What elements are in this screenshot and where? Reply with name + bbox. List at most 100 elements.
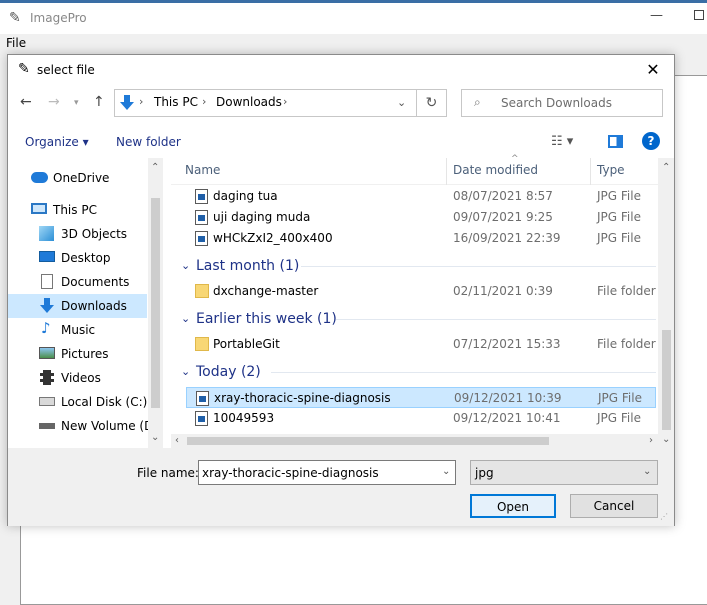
nav-item-desktop[interactable]: Desktop xyxy=(8,246,148,270)
jpg-file-icon xyxy=(195,189,208,204)
jpg-file-icon xyxy=(195,231,208,246)
open-button[interactable]: Open xyxy=(470,494,556,518)
nav-item-documents[interactable]: Documents xyxy=(8,270,148,294)
nav-item-downloads[interactable]: Downloads xyxy=(8,294,147,318)
desktop-icon xyxy=(39,251,55,262)
separator-icon: › xyxy=(139,95,144,108)
maximize-icon[interactable] xyxy=(694,10,704,20)
group-today[interactable]: ⌄ Today (2) xyxy=(171,361,658,383)
pictures-icon xyxy=(39,347,55,359)
up-icon[interactable]: ↑ xyxy=(93,94,105,110)
computer-icon xyxy=(31,203,47,214)
chevron-down-icon[interactable]: ⌄ xyxy=(643,466,651,477)
scroll-right-icon[interactable]: › xyxy=(649,435,653,446)
app-title: ImagePro xyxy=(30,11,87,25)
horizontal-scrollbar[interactable]: ‹ › xyxy=(171,434,658,448)
download-icon xyxy=(119,94,135,112)
navigation-pane: OneDrive This PC 3D Objects Desktop Docu… xyxy=(8,158,163,448)
nav-item-this-pc[interactable]: This PC xyxy=(8,198,148,222)
folder-row-dxchange-master[interactable]: dxchange-master 02/11/2021 0:39 File fol… xyxy=(186,281,656,302)
nav-item-music[interactable]: ♪ Music xyxy=(8,318,148,342)
column-date-modified[interactable]: Date modified xyxy=(453,163,538,177)
jpg-file-icon xyxy=(196,391,209,406)
folder-row-portablegit[interactable]: PortableGit 07/12/2021 15:33 File folder xyxy=(186,334,656,355)
nav-item-onedrive[interactable]: OneDrive xyxy=(8,166,148,190)
refresh-icon[interactable]: ↻ xyxy=(417,89,447,117)
breadcrumb-this-pc[interactable]: This PC xyxy=(154,95,198,109)
nav-scrollbar-thumb[interactable] xyxy=(151,198,160,408)
scroll-down-icon[interactable]: ⌄ xyxy=(151,432,159,443)
file-row-uji-daging-muda[interactable]: uji daging muda 09/07/2021 9:25 JPG File xyxy=(186,207,656,228)
resize-grip-icon[interactable]: ⋰ xyxy=(660,512,668,521)
back-icon[interactable]: ← xyxy=(20,94,32,110)
folder-icon xyxy=(195,284,209,298)
nav-scrollbar[interactable]: ⌃ ⌄ xyxy=(148,158,163,448)
select-file-dialog: ✎ select file ✕ ← → ▾ ↑ › This PC › Down… xyxy=(7,54,675,526)
close-icon[interactable]: ✕ xyxy=(640,59,666,81)
column-type[interactable]: Type xyxy=(597,163,625,177)
nav-item-pictures[interactable]: Pictures xyxy=(8,342,148,366)
file-row-daging-tua[interactable]: daging tua 08/07/2021 8:57 JPG File xyxy=(186,186,656,207)
document-icon xyxy=(41,274,53,289)
scroll-up-icon[interactable]: ⌃ xyxy=(151,162,159,173)
help-icon[interactable]: ? xyxy=(642,132,660,150)
nav-item-3d-objects[interactable]: 3D Objects xyxy=(8,222,148,246)
file-list-scrollbar-thumb[interactable] xyxy=(662,330,671,430)
toolbar: Organize ▾ New folder ☷ ▾ ? xyxy=(8,127,674,157)
disk-icon xyxy=(39,397,55,406)
group-earlier-this-week[interactable]: ⌄ Earlier this week (1) xyxy=(171,308,658,330)
app-titlebar: ✎ ImagePro — xyxy=(0,0,707,34)
music-icon: ♪ xyxy=(41,319,51,337)
search-input[interactable]: ⌕ Search Downloads xyxy=(461,89,663,117)
file-row-xray-thoracic-spine-diagnosis[interactable]: xray-thoracic-spine-diagnosis 09/12/2021… xyxy=(186,387,656,408)
group-divider xyxy=(336,319,656,320)
nav-item-videos[interactable]: Videos xyxy=(8,366,148,390)
chevron-down-icon[interactable]: ⌄ xyxy=(397,96,406,109)
chevron-down-icon[interactable]: ⌄ xyxy=(181,308,190,330)
jpg-file-icon xyxy=(195,210,208,225)
file-name-label: File name: xyxy=(137,466,199,480)
file-name-input[interactable]: xray-thoracic-spine-diagnosis ⌄ xyxy=(198,460,456,485)
forward-icon[interactable]: → xyxy=(48,94,60,110)
group-divider xyxy=(301,266,656,267)
file-list-scrollbar[interactable]: ⌃ ⌄ xyxy=(658,158,674,448)
file-type-value: jpg xyxy=(475,466,494,480)
feather-icon: ✎ xyxy=(9,10,21,26)
scroll-down-icon[interactable]: ⌄ xyxy=(662,434,670,445)
file-type-select[interactable]: jpg ⌄ xyxy=(470,460,658,485)
organize-button[interactable]: Organize ▾ xyxy=(25,135,89,149)
chevron-down-icon[interactable]: ⌄ xyxy=(442,466,450,477)
menubar: File xyxy=(0,34,707,52)
address-bar[interactable]: › This PC › Downloads › ⌄ xyxy=(114,89,417,117)
chevron-down-icon[interactable]: ▾ xyxy=(74,98,79,108)
horizontal-scrollbar-thumb[interactable] xyxy=(187,437,549,445)
file-row-whckzxi2[interactable]: wHCkZxI2_400x400 16/09/2021 22:39 JPG Fi… xyxy=(186,228,656,249)
cancel-button[interactable]: Cancel xyxy=(570,494,658,518)
separator-icon: › xyxy=(283,95,288,108)
videos-icon xyxy=(40,370,54,385)
preview-pane-icon[interactable] xyxy=(608,135,623,148)
cloud-icon xyxy=(31,172,48,183)
search-placeholder: Search Downloads xyxy=(501,96,612,110)
view-options-icon[interactable]: ☷ ▾ xyxy=(551,134,573,149)
download-icon xyxy=(39,298,55,314)
nav-item-new-volume[interactable]: New Volume (D: xyxy=(8,414,157,438)
column-header-row: Name ^ Date modified Type xyxy=(171,154,658,185)
column-name[interactable]: Name xyxy=(185,163,220,177)
breadcrumb-downloads[interactable]: Downloads xyxy=(216,95,282,109)
drive-icon xyxy=(39,423,55,429)
column-divider xyxy=(590,158,591,185)
new-folder-button[interactable]: New folder xyxy=(116,135,181,149)
chevron-down-icon[interactable]: ⌄ xyxy=(181,255,190,277)
scroll-left-icon[interactable]: ‹ xyxy=(175,435,179,446)
group-last-month[interactable]: ⌄ Last month (1) xyxy=(171,255,658,277)
file-row-10049593[interactable]: 10049593 09/12/2021 10:41 JPG File xyxy=(186,408,656,429)
menu-file[interactable]: File xyxy=(6,36,26,50)
dialog-footer: File name: xray-thoracic-spine-diagnosis… xyxy=(8,448,674,526)
chevron-down-icon[interactable]: ⌄ xyxy=(181,361,190,383)
group-divider xyxy=(271,372,656,373)
scroll-up-icon[interactable]: ⌃ xyxy=(662,162,670,173)
minimize-icon[interactable]: — xyxy=(650,8,663,23)
jpg-file-icon xyxy=(195,411,208,426)
nav-item-local-disk[interactable]: Local Disk (C:) xyxy=(8,390,148,414)
